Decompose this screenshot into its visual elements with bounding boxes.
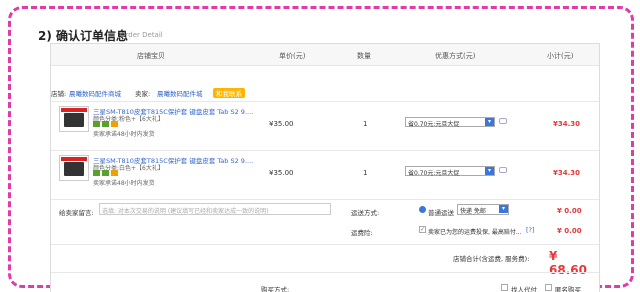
chevron-down-icon: ▾	[485, 118, 494, 126]
credit-card-icon	[111, 121, 118, 127]
shipping-promise: 卖家承诺48小时内发货	[93, 180, 155, 187]
shipping-option: 普通运送	[428, 209, 454, 217]
insurance-help-link[interactable]: [?]	[526, 226, 535, 234]
payment-label: 购买方式:	[261, 286, 290, 292]
message-input[interactable]: 选填: 对本次交易的说明 (建议填写已经和卖家达成一致的说明)	[99, 203, 331, 215]
anonymous-label: 匿名购买	[555, 286, 581, 292]
divider	[51, 244, 599, 245]
shipping-promise: 卖家承诺48小时内发货	[93, 131, 155, 138]
section-title: 2) 确认订单信息	[38, 29, 129, 43]
product-thumbnail[interactable]	[59, 155, 89, 181]
list-item: 三星SM-T810皮套T815C保护套 键盘皮套 Tab S2 9.... 颜色…	[51, 102, 599, 150]
unit-price: ¥35.00	[269, 120, 294, 128]
quantity: 1	[363, 120, 368, 128]
message-label: 给卖家留言:	[59, 209, 94, 217]
chat-icon[interactable]	[499, 167, 507, 173]
header-price: 单价(元)	[279, 52, 306, 60]
shipping-select[interactable]: 快递 免邮 ▾	[457, 204, 509, 215]
service-icons	[93, 170, 118, 176]
section-subtitle: Order Detail	[120, 31, 163, 39]
shipping-fee: ¥ 0.00	[557, 207, 582, 215]
promo-select[interactable]: 省0.70元:元旦大促 ▾	[405, 117, 495, 128]
proxy-pay-checkbox[interactable]	[501, 284, 508, 291]
header-qty: 数量	[357, 52, 371, 60]
insurance-fee: ¥ 0.00	[557, 227, 582, 235]
seven-day-return-icon	[102, 170, 109, 176]
insurance-label: 运费险:	[351, 229, 373, 237]
service-icons	[93, 121, 118, 127]
header-promo: 优惠方式(元)	[435, 52, 476, 60]
service-icon	[93, 170, 100, 176]
store-label: 店铺:	[51, 90, 67, 98]
item-subtotal: ¥34.30	[553, 120, 581, 128]
header-product: 店铺宝贝	[137, 52, 165, 60]
shipping-radio[interactable]	[419, 206, 426, 213]
insurance-text: 卖家已为您的运费投保, 最高赔付...	[428, 229, 522, 236]
anonymous-checkbox[interactable]	[545, 284, 552, 291]
insurance-checkbox[interactable]: ✓	[419, 226, 426, 233]
divider	[51, 199, 599, 200]
service-icon	[93, 121, 100, 127]
store-name-link[interactable]: 晨曦数码配件商城	[69, 88, 121, 98]
table-header: 店铺宝贝 单价(元) 数量 优惠方式(元) 小计(元)	[51, 44, 599, 66]
store-row: 店铺: 晨曦数码配件商城 卖家: 晨曦数码配件城 和我联系	[51, 86, 599, 100]
chat-icon[interactable]	[499, 118, 507, 124]
unit-price: ¥35.00	[269, 169, 294, 177]
seller-label: 卖家:	[135, 90, 151, 98]
proxy-pay-label: 找人代付	[511, 286, 537, 292]
seven-day-return-icon	[102, 121, 109, 127]
list-item: 三星SM-T810皮套T815C保护套 键盘皮套 Tab S2 9.... 颜色…	[51, 151, 599, 199]
contact-seller-button[interactable]: 和我联系	[213, 88, 245, 98]
product-thumbnail[interactable]	[59, 106, 89, 132]
credit-card-icon	[111, 170, 118, 176]
promo-select[interactable]: 省0.70元:元旦大促 ▾	[405, 166, 495, 177]
seller-name-link[interactable]: 晨曦数码配件城	[157, 88, 203, 98]
chevron-down-icon: ▾	[485, 167, 494, 175]
chevron-down-icon: ▾	[499, 205, 508, 213]
shipping-label: 运送方式:	[351, 209, 380, 217]
total-label: 店铺合计(含运费, 服务费):	[453, 255, 530, 263]
divider	[51, 272, 599, 273]
item-subtotal: ¥34.30	[553, 169, 581, 177]
quantity: 1	[363, 169, 368, 177]
order-panel: 店铺宝贝 单价(元) 数量 优惠方式(元) 小计(元) 店铺: 晨曦数码配件商城…	[50, 43, 600, 292]
header-subtotal: 小计(元)	[547, 52, 574, 60]
